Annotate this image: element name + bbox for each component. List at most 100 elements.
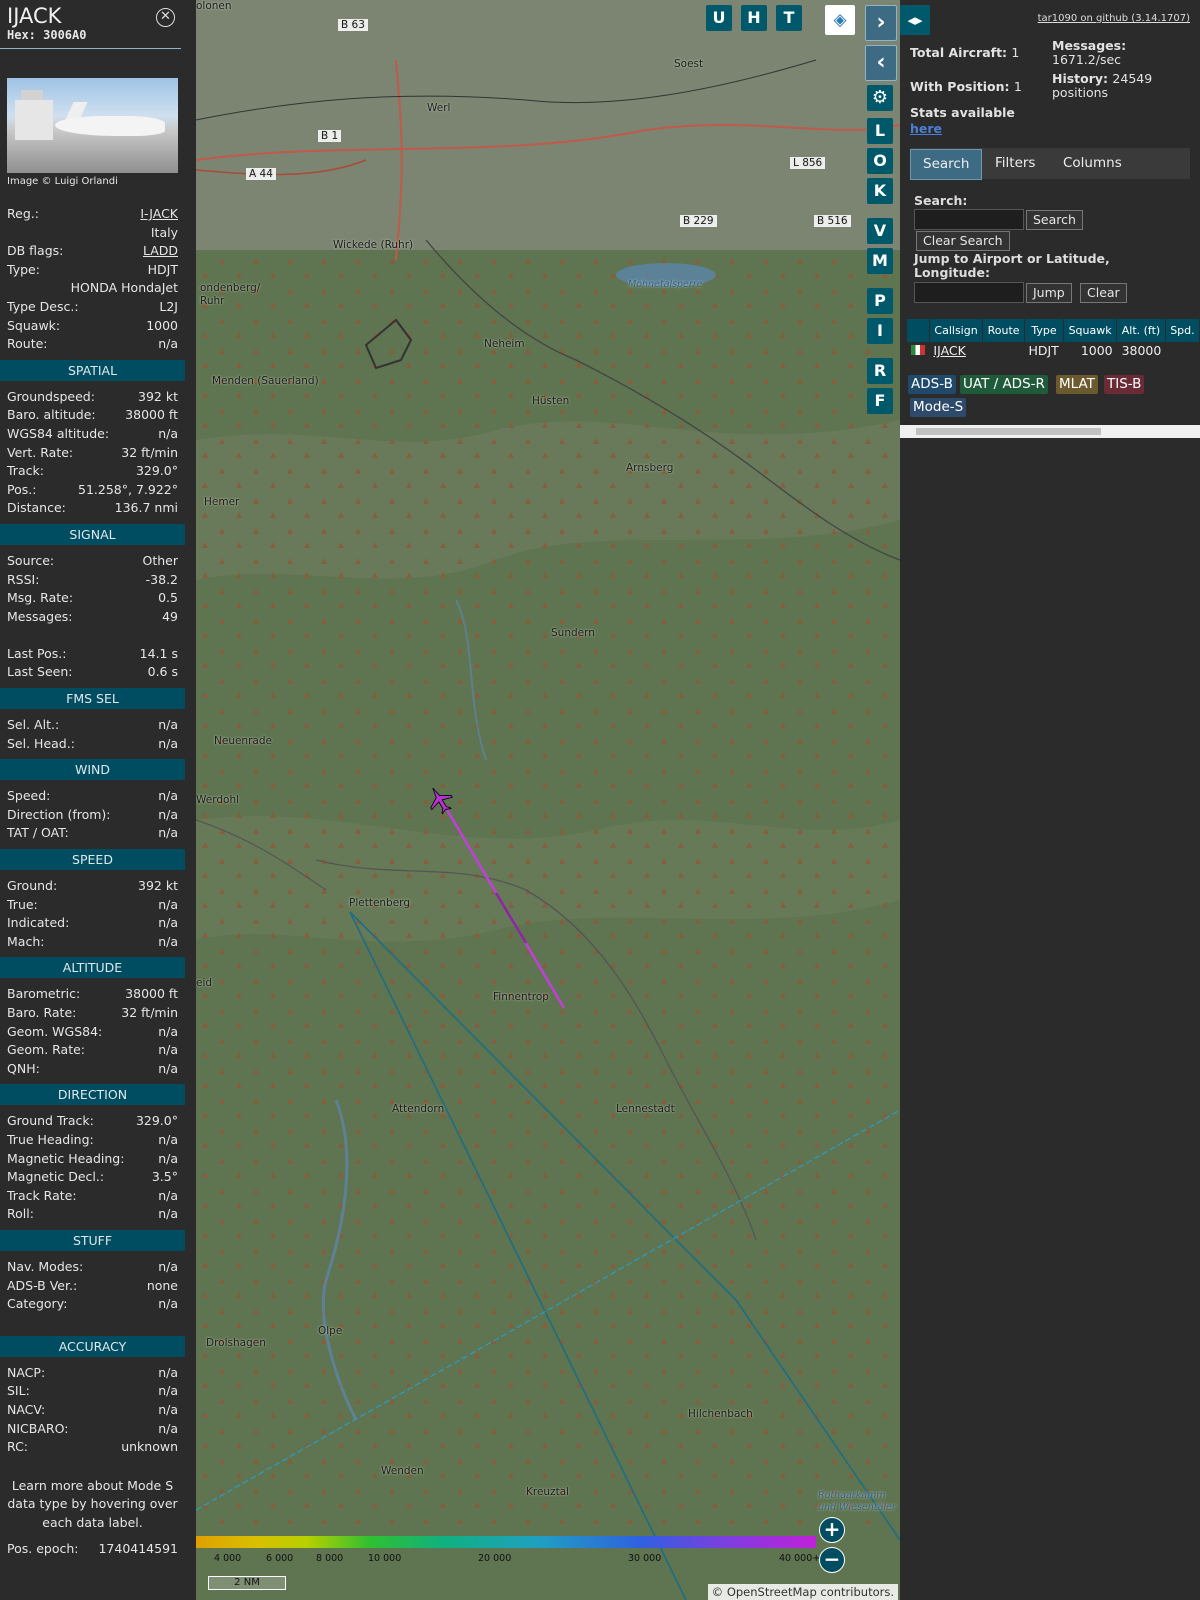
section-header[interactable]: SPEED bbox=[0, 849, 185, 871]
settings-gear-icon[interactable]: ⚙ bbox=[867, 85, 893, 111]
info-value[interactable]: I-JACK bbox=[140, 205, 178, 224]
info-value: 329.0° bbox=[135, 463, 178, 479]
info-label: Squawk: bbox=[7, 317, 61, 333]
attribution-link[interactable]: OpenStreetMap bbox=[727, 1585, 817, 1599]
table-row[interactable]: IJACK HDJT 1000 38000 bbox=[907, 342, 1200, 359]
toggle-button-p[interactable]: P bbox=[867, 288, 893, 314]
section-header[interactable]: SIGNAL bbox=[0, 523, 185, 545]
section-header[interactable]: SPATIAL bbox=[0, 359, 185, 381]
section-header[interactable]: ALTITUDE bbox=[0, 957, 185, 979]
toggle-button-k[interactable]: K bbox=[867, 178, 893, 204]
info-label: Barometric: bbox=[7, 986, 81, 1002]
source-badge: UAT / ADS-R bbox=[960, 375, 1048, 394]
toggle-button-o[interactable]: O bbox=[867, 148, 893, 174]
table-horizontal-scrollbar[interactable] bbox=[900, 425, 1200, 438]
section-header[interactable]: DIRECTION bbox=[0, 1084, 185, 1106]
info-value: unknown bbox=[121, 1439, 178, 1455]
info-value: n/a bbox=[158, 896, 178, 912]
tab-columns[interactable]: Columns bbox=[1051, 149, 1134, 178]
clear-search-button[interactable]: Clear Search bbox=[916, 231, 1010, 251]
info-row: True: n/a bbox=[0, 896, 185, 915]
table-cell[interactable]: IJACK bbox=[929, 342, 982, 359]
column-header[interactable]: Type bbox=[1024, 319, 1065, 342]
source-badge: MLAT bbox=[1056, 375, 1098, 394]
section-header[interactable]: FMS SEL bbox=[0, 688, 185, 710]
jump-button[interactable]: Jump bbox=[1026, 283, 1072, 303]
info-value: 32 ft/min bbox=[121, 444, 178, 460]
info-row: NACP: n/a bbox=[0, 1364, 185, 1383]
map-layer bbox=[196, 0, 900, 1600]
scale-bar: 2 NM bbox=[208, 1576, 286, 1590]
toggle-button-i[interactable]: I bbox=[867, 318, 893, 344]
info-value: 1000 bbox=[146, 317, 178, 333]
jump-input[interactable] bbox=[914, 282, 1024, 303]
info-label: SIL: bbox=[7, 1383, 30, 1399]
version-link[interactable]: tar1090 on github (3.14.1707) bbox=[1038, 13, 1190, 24]
column-header[interactable] bbox=[907, 319, 930, 342]
toggle-button-l[interactable]: L bbox=[867, 118, 893, 144]
toggle-button-f[interactable]: F bbox=[867, 388, 893, 414]
toggle-button-t[interactable]: T bbox=[776, 5, 802, 31]
table-cell[interactable]: 1000 bbox=[1064, 342, 1117, 359]
section-header[interactable]: STUFF bbox=[0, 1229, 185, 1251]
toggle-button-h[interactable]: H bbox=[741, 5, 767, 31]
toggle-button-r[interactable]: R bbox=[867, 358, 893, 384]
table-cell[interactable] bbox=[1165, 342, 1199, 359]
info-value: n/a bbox=[158, 1420, 178, 1436]
info-row: True Heading: n/a bbox=[0, 1131, 185, 1150]
scrollbar-thumb[interactable] bbox=[916, 428, 1101, 435]
info-row: Vert. Rate: 32 ft/min bbox=[0, 444, 185, 463]
aircraft-header: IJACK Hex: 3006A0 ✕ bbox=[0, 0, 181, 49]
info-label: Last Pos.: bbox=[7, 645, 67, 661]
clear-button[interactable]: Clear bbox=[1080, 283, 1127, 303]
tab-filters[interactable]: Filters bbox=[983, 149, 1047, 178]
info-value: n/a bbox=[158, 1383, 178, 1399]
section-header[interactable]: WIND bbox=[0, 759, 185, 781]
info-row: Ground Track: 329.0° bbox=[0, 1112, 185, 1131]
search-button[interactable]: Search bbox=[1026, 210, 1083, 230]
map-canvas[interactable]: olonen Soest Werl Wickede (Ruhr) ondenbe… bbox=[196, 0, 900, 1600]
info-label: Type Desc.: bbox=[7, 298, 79, 314]
column-header[interactable]: Callsign bbox=[929, 319, 984, 342]
column-header[interactable]: Alt. (ft) bbox=[1116, 319, 1166, 342]
road-label: B 63 bbox=[338, 19, 368, 31]
table-cell[interactable]: HDJT bbox=[1024, 342, 1063, 359]
info-value: 32 ft/min bbox=[121, 1005, 178, 1020]
layers-icon[interactable]: ◈ bbox=[825, 5, 855, 35]
column-header[interactable]: Squawk bbox=[1063, 319, 1118, 342]
total-aircraft-value: 1 bbox=[1011, 45, 1020, 60]
toggle-button-u[interactable]: U bbox=[706, 5, 732, 31]
column-header[interactable]: Route bbox=[982, 319, 1025, 342]
toggle-button-m[interactable]: M bbox=[867, 248, 893, 274]
info-value: n/a bbox=[158, 788, 178, 804]
toggle-button-v[interactable]: V bbox=[867, 218, 893, 244]
info-label: NICBARO: bbox=[7, 1420, 69, 1436]
info-value[interactable]: LADD bbox=[143, 242, 178, 261]
info-value: n/a bbox=[158, 825, 178, 841]
info-value: n/a bbox=[158, 1131, 178, 1147]
aircraft-photo[interactable] bbox=[7, 78, 178, 173]
zoom-out-button[interactable]: − bbox=[819, 1547, 845, 1573]
collapse-panel-icon[interactable]: ‹ bbox=[865, 45, 897, 81]
search-input[interactable] bbox=[914, 209, 1024, 230]
info-label: Magnetic Heading: bbox=[7, 1150, 125, 1166]
info-value: n/a bbox=[158, 933, 178, 949]
zoom-in-button[interactable]: + bbox=[819, 1517, 845, 1543]
toggle-sidebar-icon[interactable]: ◂▸ bbox=[900, 5, 930, 35]
table-cell[interactable]: 38000 bbox=[1117, 342, 1166, 359]
info-label: NACP: bbox=[7, 1364, 46, 1380]
close-icon[interactable]: ✕ bbox=[156, 8, 175, 27]
legend-label: 4 000 bbox=[214, 1553, 242, 1564]
info-row: Barometric: 38000 ft bbox=[0, 985, 185, 1004]
info-label: Mach: bbox=[7, 933, 45, 949]
tab-search[interactable]: Search bbox=[910, 149, 983, 180]
section-header[interactable]: ACCURACY bbox=[0, 1335, 185, 1357]
info-row: HONDA HondaJet bbox=[0, 279, 185, 298]
table-cell[interactable] bbox=[907, 342, 929, 359]
expand-panel-icon[interactable]: › bbox=[865, 5, 897, 41]
info-label: Indicated: bbox=[7, 915, 70, 931]
column-header[interactable]: Spd. bbox=[1165, 319, 1200, 342]
table-cell[interactable] bbox=[983, 342, 1025, 359]
with-position-value: 1 bbox=[1013, 79, 1022, 94]
stats-link[interactable]: here bbox=[910, 122, 1015, 136]
